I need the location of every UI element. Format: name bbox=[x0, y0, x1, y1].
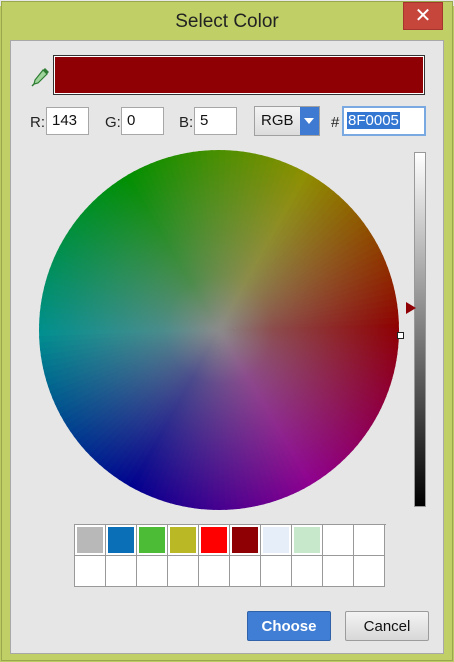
color-swatch-chip bbox=[168, 556, 198, 586]
color-swatch-chip bbox=[106, 525, 136, 555]
color-swatch[interactable] bbox=[137, 556, 168, 587]
recent-colors-grid bbox=[74, 524, 386, 587]
color-swatch-chip bbox=[199, 556, 229, 586]
color-swatch-chip bbox=[323, 525, 353, 555]
close-icon: ✕ bbox=[414, 5, 432, 27]
color-swatch-chip bbox=[230, 556, 260, 586]
color-swatch[interactable] bbox=[354, 525, 385, 556]
color-swatch-chip bbox=[75, 525, 105, 555]
color-swatch[interactable] bbox=[230, 525, 261, 556]
g-label: G: bbox=[105, 114, 121, 131]
hex-input-value: 8F0005 bbox=[347, 112, 400, 129]
color-swatch[interactable] bbox=[199, 525, 230, 556]
color-swatch[interactable] bbox=[168, 556, 199, 587]
color-swatch-chip bbox=[75, 556, 105, 586]
color-swatch[interactable] bbox=[261, 556, 292, 587]
color-swatch-chip bbox=[261, 556, 291, 586]
color-swatch-chip bbox=[168, 525, 198, 555]
wheel-cursor[interactable] bbox=[397, 332, 404, 339]
color-swatch[interactable] bbox=[230, 556, 261, 587]
color-swatch-chip bbox=[261, 525, 291, 555]
value-slider[interactable] bbox=[414, 152, 426, 507]
color-preview bbox=[53, 55, 425, 95]
dialog-body: R: 143 G: 0 B: 5 RGB # 8F0005 Choose Can… bbox=[10, 40, 444, 654]
color-swatch[interactable] bbox=[292, 525, 323, 556]
color-swatch[interactable] bbox=[75, 556, 106, 587]
color-preview-fill bbox=[55, 57, 423, 93]
color-swatch-chip bbox=[230, 525, 260, 555]
color-swatch[interactable] bbox=[261, 525, 292, 556]
color-swatch[interactable] bbox=[199, 556, 230, 587]
color-swatch[interactable] bbox=[75, 525, 106, 556]
g-input[interactable]: 0 bbox=[121, 107, 164, 135]
value-slider-thumb[interactable] bbox=[406, 302, 416, 315]
color-swatch-chip bbox=[106, 556, 136, 586]
hex-input[interactable]: 8F0005 bbox=[342, 106, 426, 136]
color-swatch-chip bbox=[199, 525, 229, 555]
chevron-down-icon[interactable] bbox=[299, 107, 319, 135]
hex-label: # bbox=[331, 114, 340, 131]
eyedropper-icon[interactable] bbox=[30, 65, 52, 87]
color-swatch[interactable] bbox=[106, 525, 137, 556]
color-mode-value: RGB bbox=[261, 112, 294, 129]
title-bar: Select Color ✕ bbox=[2, 2, 452, 40]
dialog-title: Select Color bbox=[175, 11, 279, 32]
color-swatch-chip bbox=[354, 525, 384, 555]
color-wheel[interactable] bbox=[38, 149, 400, 511]
color-swatch-chip bbox=[292, 556, 322, 586]
b-input[interactable]: 5 bbox=[194, 107, 237, 135]
color-swatch[interactable] bbox=[323, 556, 354, 587]
color-swatch-chip bbox=[137, 556, 167, 586]
color-swatch-chip bbox=[354, 556, 384, 586]
color-swatch-chip bbox=[137, 525, 167, 555]
color-swatch[interactable] bbox=[323, 525, 354, 556]
choose-button[interactable]: Choose bbox=[247, 611, 331, 641]
cancel-button[interactable]: Cancel bbox=[345, 611, 429, 641]
r-label: R: bbox=[30, 114, 45, 131]
color-swatch-chip bbox=[292, 525, 322, 555]
color-swatch[interactable] bbox=[168, 525, 199, 556]
color-swatch[interactable] bbox=[106, 556, 137, 587]
color-swatch[interactable] bbox=[292, 556, 323, 587]
r-input[interactable]: 143 bbox=[46, 107, 89, 135]
select-color-dialog: Select Color ✕ R: 143 G: 0 B: 5 RGB # 8F… bbox=[1, 1, 453, 661]
close-button[interactable]: ✕ bbox=[403, 2, 443, 30]
b-label: B: bbox=[179, 114, 194, 131]
color-swatch-chip bbox=[323, 556, 353, 586]
color-mode-select[interactable]: RGB bbox=[254, 106, 320, 136]
color-swatch[interactable] bbox=[354, 556, 385, 587]
color-swatch[interactable] bbox=[137, 525, 168, 556]
